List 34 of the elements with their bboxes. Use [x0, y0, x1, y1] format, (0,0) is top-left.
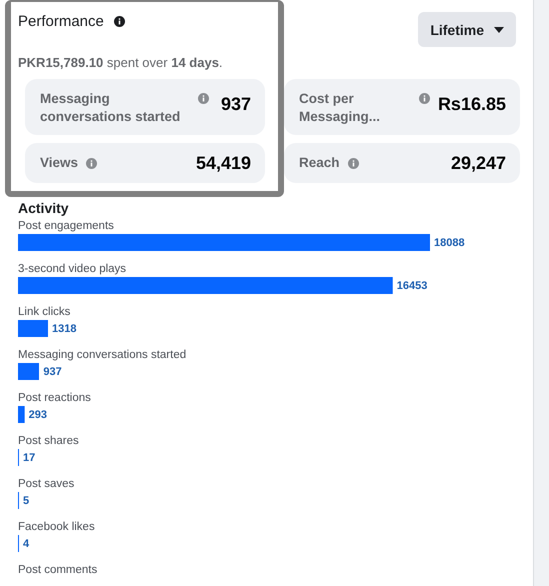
bar-value: 18088 [434, 236, 465, 248]
period-dropdown[interactable]: Lifetime [418, 12, 516, 47]
bar-label: Link clicks [18, 305, 72, 319]
metric-value: 937 [220, 94, 251, 115]
bar-value: 1318 [52, 322, 76, 334]
bar-value: 4 [23, 538, 30, 550]
info-icon[interactable] [114, 16, 125, 27]
bar-label: Post reactions [18, 391, 92, 405]
bar-value: 17 [23, 452, 36, 464]
bar-value: 16453 [396, 280, 428, 292]
bar-label: Post shares [18, 434, 80, 448]
caret-icon [494, 26, 504, 32]
metric-label: Views [40, 154, 78, 172]
metric-value: 54,419 [196, 152, 251, 174]
metric-value: 29,247 [450, 152, 506, 174]
bar-value: 937 [43, 366, 62, 378]
bar-label: Post saves [18, 477, 76, 491]
bar-label: Messaging conversations started [18, 348, 188, 362]
bar-value: 5 [23, 494, 30, 506]
metric-label: Messaging conversations started [40, 90, 182, 126]
bar [18, 363, 40, 380]
bar-label: 3-second video plays [18, 262, 128, 276]
bar [18, 320, 48, 337]
bar [18, 406, 25, 423]
metric-label: Cost per Messaging... [299, 90, 382, 126]
bar-label: Post comments [18, 563, 98, 577]
section-title: Performance [18, 13, 104, 30]
activity-title: Activity [18, 200, 70, 216]
metric-label: Reach [299, 154, 340, 172]
metric-value: Rs16.85 [438, 94, 506, 115]
bar-value: 293 [28, 408, 48, 420]
bar-label: Facebook likes [18, 520, 96, 534]
bar-label: Post engagements [18, 219, 115, 233]
spend-summary: PKR15,789.10 spent over 14 days. [18, 55, 224, 70]
